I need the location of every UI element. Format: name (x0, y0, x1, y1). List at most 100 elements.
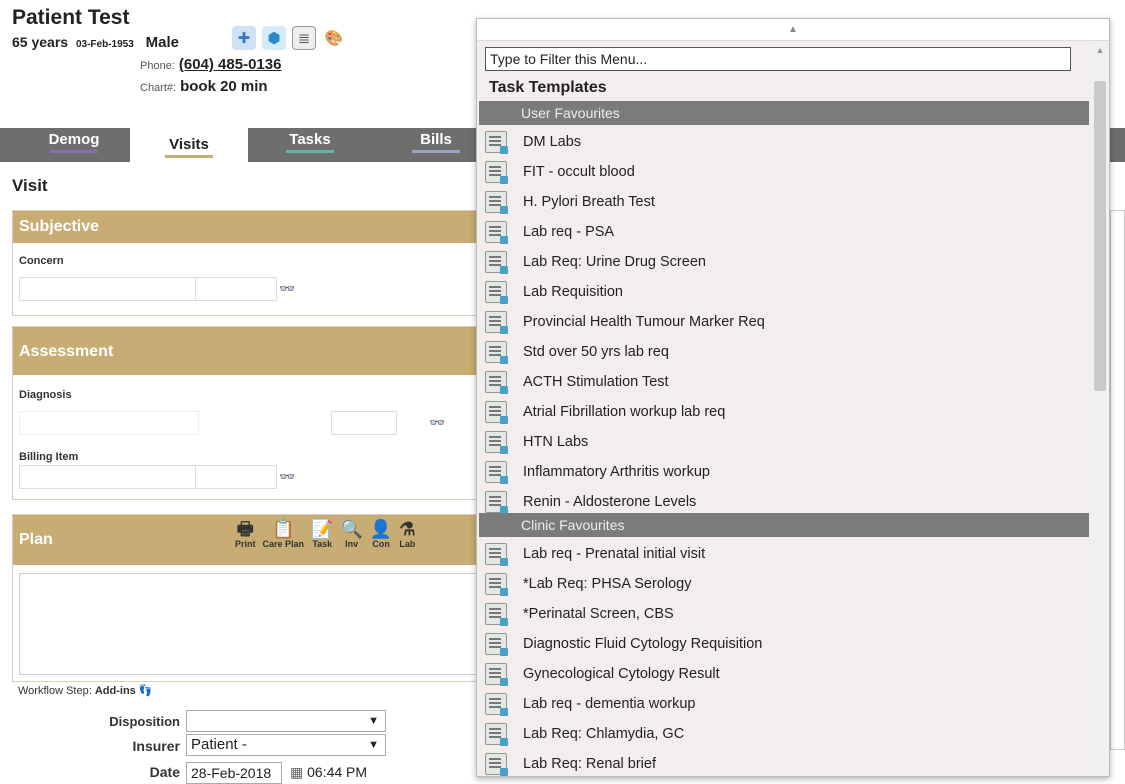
menu-item[interactable]: Gynecological Cytology Result (485, 659, 1085, 689)
tab-demog-label: Demog (48, 131, 100, 148)
diagnosis-input[interactable] (19, 411, 199, 435)
document-icon (485, 221, 508, 244)
document-icon (485, 461, 508, 484)
tab-tasks-accent (286, 150, 334, 153)
print-button[interactable]: 🖶 Print (235, 519, 256, 549)
document-icon (485, 543, 508, 566)
right-panel-edge (1110, 210, 1125, 750)
billing-search-icon[interactable]: 👓 (279, 469, 295, 485)
menu-item[interactable]: FIT - occult blood (485, 157, 1085, 187)
menu-header: Task Templates (489, 79, 607, 96)
billing-item-input-extra[interactable] (195, 465, 277, 489)
menu-item[interactable]: Diagnostic Fluid Cytology Requisition (485, 629, 1085, 659)
disposition-label: Disposition (109, 714, 180, 729)
phone-link[interactable]: (604) 485-0136 (179, 56, 282, 73)
menu-item[interactable]: *Lab Req: PHSA Serology (485, 569, 1085, 599)
insurer-value: Patient - (191, 736, 247, 753)
menu-item[interactable]: Lab req - Prenatal initial visit (485, 539, 1085, 569)
menu-item-label: Lab Req: Urine Drug Screen (523, 254, 706, 270)
workflow-step: Workflow Step: Add-ins 👣 (18, 684, 153, 697)
disposition-select[interactable]: ▼ (186, 710, 386, 732)
menu-item[interactable]: Lab Req: Renal brief (485, 749, 1085, 776)
menu-item[interactable]: DM Labs (485, 127, 1085, 157)
tab-demog-accent (50, 150, 98, 153)
menu-item[interactable]: Lab Requisition› (485, 277, 1101, 307)
menu-item[interactable]: Std over 50 yrs lab req (485, 337, 1085, 367)
document-icon (485, 491, 508, 514)
workflow-value: Add-ins (94, 685, 136, 697)
scroll-up-arrow-icon[interactable]: ▲ (1091, 41, 1109, 59)
insurer-label: Insurer (132, 738, 180, 754)
footsteps-icon[interactable]: 👣 (139, 685, 153, 697)
date-input[interactable]: 28-Feb-2018 (186, 762, 282, 784)
visit-title: Visit (12, 176, 48, 195)
magnifier-icon: 🔍 (340, 519, 363, 539)
tab-tasks-label: Tasks (289, 131, 331, 148)
chart-row: Chart#: book 20 min (140, 78, 268, 95)
menu-item[interactable]: ACTH Stimulation Test (485, 367, 1085, 397)
tab-visits-accent (165, 155, 213, 158)
concern-label: Concern (19, 255, 64, 267)
subjective-section: Subjective Concern 👓 (12, 210, 482, 316)
menu-item-label: HTN Labs (523, 434, 589, 450)
tab-demog[interactable]: Demog (14, 128, 134, 162)
phone-label: Phone: (140, 60, 175, 72)
time-value: 06:44 PM (307, 764, 368, 780)
menu-item-label: Lab req - PSA (523, 224, 615, 240)
menu-item-label: Lab req - dementia workup (523, 696, 696, 712)
tab-visits[interactable]: Visits (130, 128, 248, 162)
menu-item[interactable]: Provincial Health Tumour Marker Req (485, 307, 1085, 337)
task-icon: 📝 (311, 519, 334, 539)
document-icon (485, 251, 508, 274)
patient-dob: 03-Feb-1953 (75, 39, 134, 50)
concern-input[interactable] (19, 277, 197, 301)
palette-icon[interactable]: 🎨 (322, 26, 346, 50)
menu-item[interactable]: Inflammatory Arthritis workup (485, 457, 1085, 487)
notes-icon[interactable]: ≣ (292, 26, 316, 50)
menu-item[interactable]: Lab req - PSA (485, 217, 1085, 247)
menu-item[interactable]: Lab Req: Urine Drug Screen (485, 247, 1085, 277)
tab-tasks[interactable]: Tasks (250, 128, 370, 162)
time-input[interactable]: ▦ 06:44 PM (286, 762, 386, 784)
care-plan-button[interactable]: 📋 Care Plan (263, 519, 305, 549)
dropdown-arrow-icon: ▼ (368, 739, 379, 751)
document-icon (485, 723, 508, 746)
menu-scroll-up-button[interactable]: ▲ (477, 19, 1109, 41)
menu-item[interactable]: HTN Labs (485, 427, 1085, 457)
menu-scrollbar[interactable]: ▲ (1091, 41, 1109, 776)
inv-button[interactable]: 🔍 Inv (340, 519, 362, 549)
con-button[interactable]: 👤 Con (370, 519, 392, 549)
menu-item[interactable]: *Perinatal Screen, CBS (485, 599, 1085, 629)
diagnosis-code-input[interactable] (331, 411, 397, 435)
menu-item[interactable]: Lab req - dementia workup (485, 689, 1085, 719)
menu-item-label: Lab Req: Renal brief (523, 756, 656, 772)
menu-item-label: Lab Requisition (523, 284, 623, 300)
tab-bills-accent (412, 150, 460, 153)
clipboard-icon: 📋 (272, 519, 295, 539)
tab-bills-label: Bills (420, 131, 452, 148)
task-button[interactable]: 📝 Task (311, 519, 333, 549)
lab-button[interactable]: ⚗ Lab (399, 519, 415, 549)
flask-icon: ⚗ (399, 519, 416, 539)
binoculars-icon[interactable]: 👓 (279, 281, 295, 297)
document-icon (485, 431, 508, 454)
inv-label: Inv (345, 539, 359, 549)
cube-icon[interactable]: ⬢ (262, 26, 286, 50)
plan-textarea[interactable] (19, 573, 481, 675)
diagnosis-search-icon[interactable]: 👓 (429, 415, 445, 431)
calendar-icon[interactable]: ▦ (290, 764, 303, 780)
document-icon (485, 633, 508, 656)
insurer-select[interactable]: Patient - ▼ (186, 734, 386, 756)
menu-filter-input[interactable]: Type to Filter this Menu... (485, 47, 1071, 71)
menu-item[interactable]: Atrial Fibrillation workup lab req (485, 397, 1085, 427)
care-plan-label: Care Plan (262, 539, 305, 549)
scrollbar-thumb[interactable] (1094, 81, 1106, 391)
document-icon (485, 663, 508, 686)
medical-kit-icon[interactable]: ✚ (232, 26, 256, 50)
billing-item-input[interactable] (19, 465, 197, 489)
concern-input-extra[interactable] (195, 277, 277, 301)
menu-item[interactable]: H. Pylori Breath Test (485, 187, 1085, 217)
menu-item[interactable]: Lab Req: Chlamydia, GC (485, 719, 1085, 749)
patient-sex: Male (145, 34, 180, 51)
document-icon (485, 341, 508, 364)
